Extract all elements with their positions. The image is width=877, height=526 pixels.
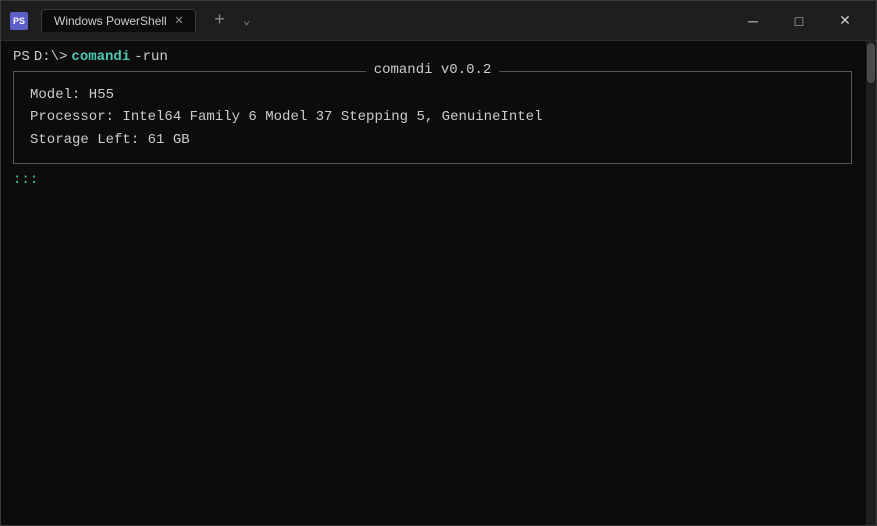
tab-title: Windows PowerShell	[54, 14, 167, 28]
app-icon: PS	[9, 11, 29, 31]
box-content: Model: H55 Processor: Intel64 Family 6 M…	[30, 84, 835, 151]
cursor-symbol: :::	[13, 172, 38, 188]
processor-info: Processor: Intel64 Family 6 Model 37 Ste…	[30, 106, 835, 128]
new-tab-button[interactable]: +	[208, 11, 231, 31]
active-tab[interactable]: Windows PowerShell ✕	[41, 9, 196, 32]
box-title: comandi v0.0.2	[366, 62, 500, 78]
minimize-button[interactable]: ─	[730, 1, 776, 41]
powershell-window: PS Windows PowerShell ✕ + ⌄ ─ □ ✕ PS D:\…	[0, 0, 877, 526]
close-button[interactable]: ✕	[822, 1, 868, 41]
cursor-line: :::	[13, 172, 864, 188]
tab-close-button[interactable]: ✕	[175, 14, 183, 28]
ps-logo: PS	[10, 12, 28, 30]
tab-dropdown-button[interactable]: ⌄	[239, 13, 254, 28]
output-box: comandi v0.0.2 Model: H55 Processor: Int…	[13, 71, 852, 164]
scrollbar-track[interactable]	[866, 41, 876, 525]
prompt-command: comandi	[71, 49, 130, 65]
window-controls: ─ □ ✕	[730, 1, 868, 41]
scrollbar-thumb[interactable]	[867, 43, 875, 83]
titlebar-left: PS Windows PowerShell ✕ + ⌄	[9, 9, 730, 32]
storage-info: Storage Left: 61 GB	[30, 129, 835, 151]
prompt-path: D:\>	[34, 49, 68, 65]
terminal-content[interactable]: PS D:\> comandi -run comandi v0.0.2 Mode…	[1, 41, 876, 525]
titlebar: PS Windows PowerShell ✕ + ⌄ ─ □ ✕	[1, 1, 876, 41]
prompt-ps: PS	[13, 49, 30, 65]
maximize-button[interactable]: □	[776, 1, 822, 41]
model-info: Model: H55	[30, 84, 835, 106]
prompt-args: -run	[134, 49, 168, 65]
